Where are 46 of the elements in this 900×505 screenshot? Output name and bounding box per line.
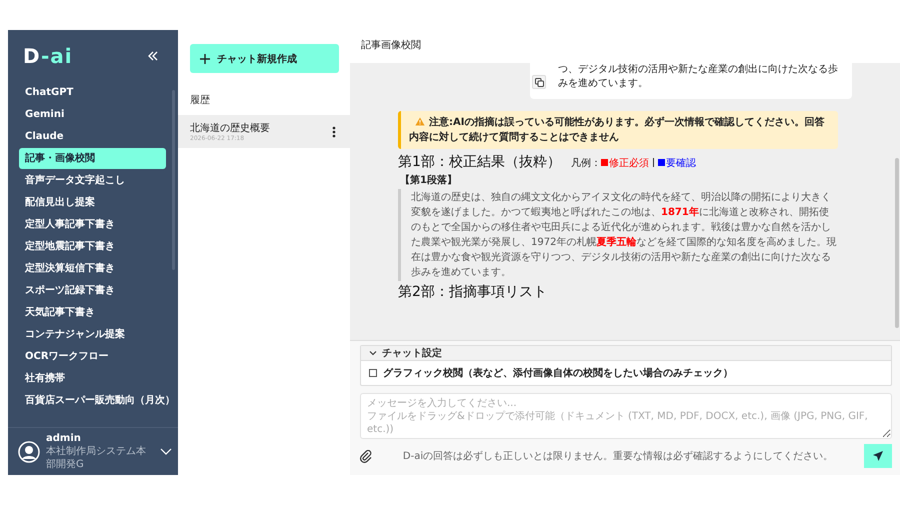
- copy-icon[interactable]: [532, 75, 546, 89]
- legend-item: 要確認: [658, 156, 696, 170]
- sidebar-item[interactable]: ChatGPT: [19, 82, 166, 103]
- sidebar-item[interactable]: 記事・画像校閲: [19, 148, 166, 169]
- sidebar-item[interactable]: OCRワークフロー: [19, 346, 166, 367]
- legend-label: 凡例：: [570, 157, 601, 170]
- warning-text: 注意:AIの指摘は誤っている可能性があります。必ず一次情報で確認してください。回答内容に対して続けて質問することはできません: [409, 115, 826, 145]
- send-icon: [872, 450, 884, 462]
- settings-toggle[interactable]: チャット設定: [361, 346, 891, 361]
- paragraph-heading: 【第1段落】: [400, 174, 458, 187]
- paragraph-text: 北海道の歴史は、独自の縄文文化からアイヌ文化の時代を経て、明治以降の開拓により大きく変貌を遂げました。かつて蝦夷地と呼ばれたこの地は、1871年に北海道と改称され、開拓使のもとで全国からの移住者や屯田兵による近代化が進められます。戦後は豊かな自然を活かした農業や観光業が発展し、1972年の札幌夏季五輪などを経て国際的な知名度を高めました。現在は豊かな食や観光資源を守りつつ、デジタル技術の活用や新たな産業の創出に向けた次なる歩みを進めています。: [398, 189, 838, 281]
- more-icon[interactable]: [332, 126, 336, 138]
- avatar-icon: [18, 440, 40, 462]
- sidebar-item[interactable]: コンテナジャンル提案: [19, 324, 166, 345]
- section-heading: 第1部：校正結果（抜粋）: [398, 153, 561, 171]
- legend-item: 修正必須: [600, 156, 649, 170]
- sidebar-item[interactable]: 定型決算短信下書き: [19, 258, 166, 279]
- sidebar-item[interactable]: 音声データ文字起こし: [19, 170, 166, 191]
- send-button[interactable]: [864, 444, 892, 468]
- collapse-icon[interactable]: [146, 49, 160, 63]
- user-org: 本社制作局システム本部開発G: [46, 445, 147, 471]
- message-input[interactable]: メッセージを入力してください... ファイルをドラッグ&ドロップで添付可能（ドキュメント (TXT, MD, PDF, DOCX, etc.), 画像 (JPG, PNG, GIF, etc.)): [360, 393, 892, 439]
- user-name: admin: [46, 432, 82, 445]
- sidebar-item[interactable]: Gemini: [19, 104, 166, 125]
- new-chat-button[interactable]: チャット新規作成: [190, 44, 339, 73]
- paperclip-icon[interactable]: [360, 450, 372, 462]
- sidebar-item[interactable]: 配信見出し提案: [19, 192, 166, 213]
- scrollbar[interactable]: [895, 158, 899, 328]
- chevron-icon: [369, 350, 377, 356]
- history-heading: 履歴: [189, 94, 211, 108]
- checkbox[interactable]: [369, 369, 377, 377]
- option-label: グラフィック校閲（表など、添付画像自体の校閲をしたい場合のみチェック）: [383, 366, 733, 380]
- sidebar-item[interactable]: 天気記事下書き: [19, 302, 166, 323]
- chevron-icon[interactable]: [160, 448, 172, 456]
- sidebar-item[interactable]: 定型地震記事下書き: [19, 236, 166, 257]
- sidebar-item[interactable]: Claude: [19, 126, 166, 147]
- sidebar-item[interactable]: 定型人事記事下書き: [19, 214, 166, 235]
- sidebar-item[interactable]: スポーツ記録下書き: [19, 280, 166, 301]
- plus-icon: [200, 54, 210, 64]
- logo: D-ai: [23, 44, 73, 68]
- page-title: 記事画像校閲: [350, 30, 900, 63]
- message-text: つ、デジタル技術の活用や新たな産業の創出に向けた次なる歩みを進めています。: [558, 63, 839, 91]
- disclaimer-text: D-aiの回答は必ずしも正しいとは限りません。重要な情報は必ず確認するようにしてください。: [402, 450, 834, 463]
- warning-icon: [415, 117, 425, 126]
- sidebar-item[interactable]: 社有携帯: [19, 368, 166, 389]
- section-heading: 第2部：指摘事項リスト: [398, 283, 548, 301]
